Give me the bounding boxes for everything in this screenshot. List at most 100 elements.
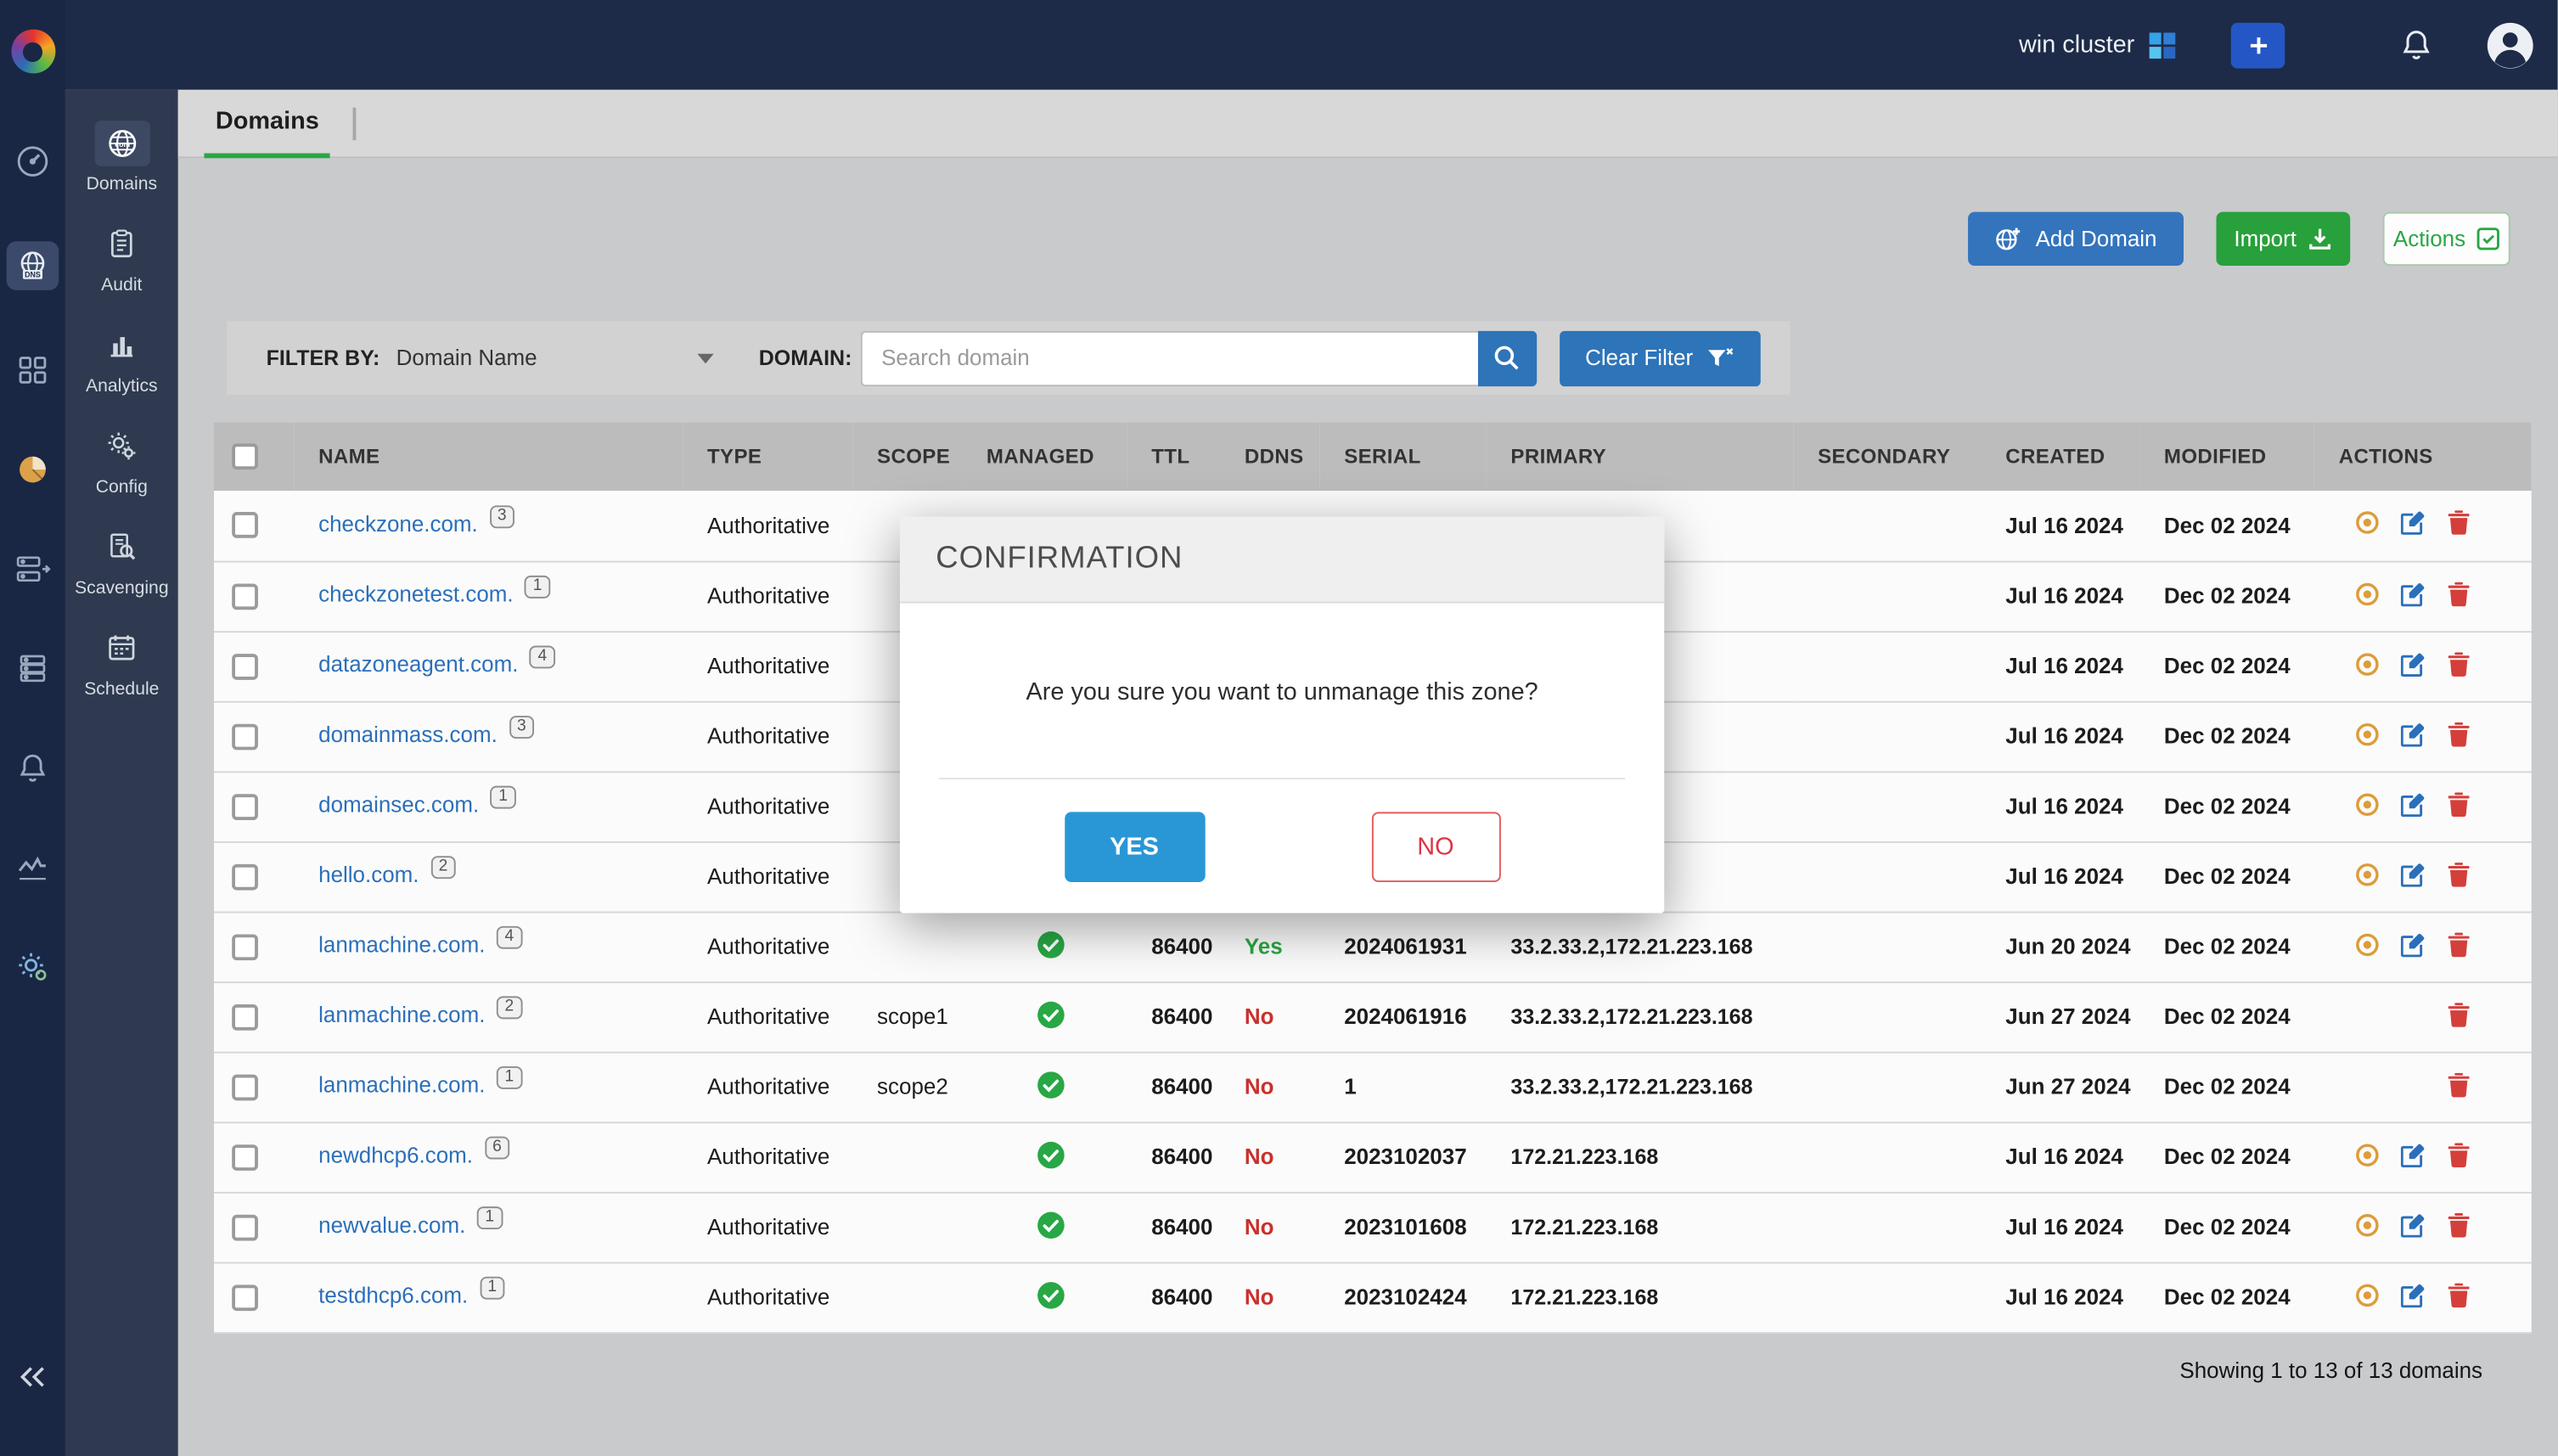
edit-icon[interactable] [2400, 1212, 2425, 1237]
row-checkbox[interactable] [232, 1003, 258, 1030]
clear-filter-button[interactable]: Clear Filter [1559, 330, 1760, 385]
created-cell: Jul 16 2024 [1981, 701, 2139, 772]
domain-link[interactable]: checkzone.com. [318, 512, 478, 537]
domain-link[interactable]: checkzonetest.com. [318, 582, 514, 607]
type-cell: Authoritative [683, 561, 852, 632]
managed-check-icon [1037, 1140, 1065, 1168]
domain-link[interactable]: lanmachine.com. [318, 933, 485, 958]
delete-icon[interactable] [2448, 932, 2469, 957]
sidebar-item-schedule[interactable]: Schedule [65, 611, 178, 712]
delete-icon[interactable] [2448, 511, 2469, 536]
domain-link[interactable]: datazoneagent.com. [318, 652, 518, 677]
row-checkbox[interactable] [232, 1214, 258, 1240]
admin-gear-icon[interactable] [13, 947, 52, 987]
delete-icon[interactable] [2448, 791, 2469, 816]
ipam-blocks-icon[interactable] [13, 351, 52, 390]
import-button[interactable]: Import [2216, 212, 2350, 266]
domain-link[interactable]: lanmachine.com. [318, 1073, 485, 1098]
delete-icon[interactable] [2448, 582, 2469, 606]
domain-link[interactable]: newvalue.com. [318, 1213, 465, 1238]
managed-cell [962, 1122, 1127, 1192]
no-button[interactable]: NO [1371, 812, 1500, 882]
app-logo[interactable] [11, 30, 55, 74]
cluster-selector[interactable]: win cluster [2019, 31, 2175, 59]
row-checkbox[interactable] [232, 654, 258, 680]
unmanage-icon[interactable] [2354, 791, 2379, 816]
filter-by-select[interactable]: Domain Name [396, 330, 723, 385]
edit-icon[interactable] [2400, 1142, 2425, 1166]
unmanage-icon[interactable] [2354, 932, 2379, 957]
row-checkbox[interactable] [232, 1144, 258, 1171]
unmanage-icon[interactable] [2354, 1212, 2379, 1237]
edit-icon[interactable] [2400, 1282, 2425, 1307]
unmanage-icon[interactable] [2354, 862, 2379, 886]
actions-button[interactable]: Actions [2383, 212, 2510, 266]
row-checkbox[interactable] [232, 863, 258, 890]
user-avatar[interactable] [2486, 20, 2535, 70]
delete-icon[interactable] [2448, 1282, 2469, 1307]
servers-icon[interactable] [13, 649, 52, 688]
sidebar-item-scavenging[interactable]: Scavenging [65, 510, 178, 611]
dashboard-icon[interactable] [13, 142, 52, 181]
unmanage-icon[interactable] [2354, 582, 2379, 606]
unmanage-icon[interactable] [2354, 511, 2379, 536]
edit-icon[interactable] [2400, 582, 2425, 606]
delete-icon[interactable] [2448, 862, 2469, 886]
tab-domains[interactable]: Domains [204, 89, 330, 158]
notifications-button[interactable] [2399, 28, 2433, 62]
delete-icon[interactable] [2448, 1002, 2469, 1026]
edit-icon[interactable] [2400, 932, 2425, 957]
sidebar-item-domains[interactable]: com Domains [65, 106, 178, 207]
table-row: lanmachine.com.1 Authoritative scope2 86… [214, 1052, 2532, 1122]
created-cell: Jul 16 2024 [1981, 631, 2139, 701]
row-checkbox[interactable] [232, 1285, 258, 1311]
edit-icon[interactable] [2400, 651, 2425, 676]
row-checkbox[interactable] [232, 723, 258, 750]
unmanage-icon[interactable] [2354, 722, 2379, 746]
delete-icon[interactable] [2448, 651, 2469, 676]
sidebar-item-audit[interactable]: Audit [65, 207, 178, 308]
alerts-bell-icon[interactable] [13, 749, 52, 788]
domain-link[interactable]: domainmass.com. [318, 722, 498, 747]
delete-icon[interactable] [2448, 1072, 2469, 1097]
edit-icon[interactable] [2400, 862, 2425, 886]
row-checkbox[interactable] [232, 1074, 258, 1100]
sidebar-item-config[interactable]: Config [65, 409, 178, 510]
domain-link[interactable]: hello.com. [318, 863, 419, 887]
search-button[interactable] [1477, 330, 1536, 385]
reports-pie-icon[interactable] [13, 450, 52, 489]
yes-button[interactable]: YES [1064, 812, 1204, 882]
dns-module-icon[interactable]: DNS [7, 241, 59, 290]
domain-link[interactable]: newdhcp6.com. [318, 1143, 473, 1167]
server-push-icon[interactable] [13, 549, 52, 588]
select-all-checkbox[interactable] [232, 443, 258, 469]
monitoring-icon[interactable] [13, 848, 52, 887]
record-count-badge: 4 [497, 926, 522, 949]
delete-icon[interactable] [2448, 722, 2469, 746]
type-cell: Authoritative [683, 491, 852, 561]
secondary-cell [1793, 1122, 1981, 1192]
sidebar-collapse-icon[interactable] [18, 1364, 48, 1397]
add-domain-button[interactable]: Add Domain [1968, 212, 2184, 266]
edit-icon[interactable] [2400, 791, 2425, 816]
managed-check-icon [1037, 1071, 1065, 1099]
sidebar-item-analytics[interactable]: Analytics [65, 308, 178, 409]
domain-link[interactable]: domainsec.com. [318, 792, 479, 817]
delete-icon[interactable] [2448, 1142, 2469, 1166]
unmanage-icon[interactable] [2354, 651, 2379, 676]
row-checkbox[interactable] [232, 583, 258, 610]
edit-icon[interactable] [2400, 722, 2425, 746]
delete-icon[interactable] [2448, 1212, 2469, 1237]
domain-link[interactable]: lanmachine.com. [318, 1003, 485, 1027]
ddns-cell: No [1220, 1122, 1319, 1192]
add-button[interactable] [2231, 22, 2285, 68]
domain-link[interactable]: testdhcp6.com. [318, 1283, 468, 1307]
edit-icon[interactable] [2400, 511, 2425, 536]
row-checkbox[interactable] [232, 794, 258, 820]
unmanage-icon[interactable] [2354, 1282, 2379, 1307]
search-input[interactable] [860, 330, 1477, 385]
unmanage-icon[interactable] [2354, 1142, 2379, 1166]
row-checkbox[interactable] [232, 513, 258, 539]
primary-cell: 172.21.223.168 [1487, 1262, 1794, 1332]
row-checkbox[interactable] [232, 934, 258, 960]
